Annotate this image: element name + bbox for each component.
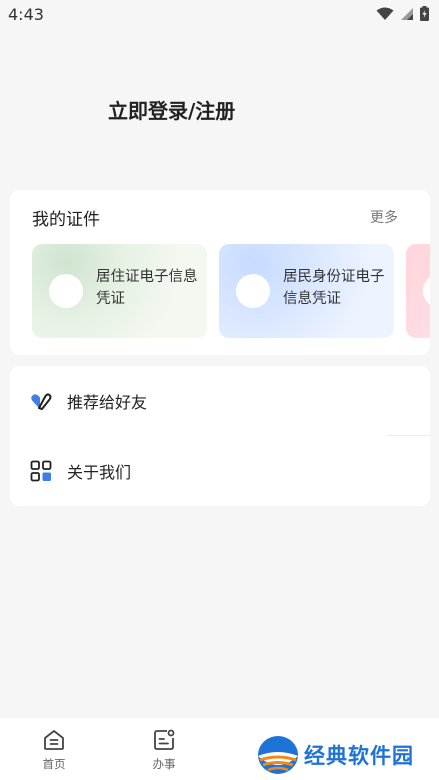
status-time: 4:43 [8,5,44,24]
wifi-icon [376,7,394,20]
about-us-label: 关于我们 [67,463,132,482]
certificates-more-link[interactable]: 更多 [370,207,398,227]
certificates-title: 我的证件 [32,210,100,230]
apps-grid-icon [30,460,52,482]
certificate-name: 居住证电子信息凭证 [96,269,198,307]
watermark-text: 经典软件园 [304,744,414,768]
menu-card: 推荐给好友 关于我们 [10,366,430,506]
battery-icon [420,6,429,21]
certificate-avatar [423,274,430,308]
nav-label-tasks: 办事 [152,757,176,771]
nav-label-home: 首页 [42,757,66,771]
status-icons [376,6,429,21]
my-certificates-card: 我的证件 更多 居住证电子信息凭证 居民身份证电子信息凭证 [10,190,430,355]
cellular-signal-icon [401,7,413,20]
tasks-icon [154,729,175,750]
heart-share-icon [31,393,52,410]
watermark-logo-icon [258,736,298,774]
status-bar: 4:43 [0,0,439,30]
recommend-to-friend-item[interactable]: 推荐给好友 [10,366,430,436]
certificate-name: 居民身份证电子信息凭证 [283,269,385,307]
certificate-card-residence-permit[interactable]: 居住证电子信息凭证 [32,244,207,338]
recommend-label: 推荐给好友 [67,393,148,412]
certificate-card-id-card[interactable]: 居民身份证电子信息凭证 [219,244,394,338]
home-icon [44,730,64,750]
nav-item-tasks[interactable]: 办事 [134,728,194,772]
login-register-button[interactable]: 立即登录/注册 [108,95,235,124]
certificate-card-partial[interactable] [406,244,430,338]
about-us-item[interactable]: 关于我们 [10,436,430,506]
certificate-avatar [236,274,270,308]
watermark: 经典软件园 [256,734,414,776]
nav-item-home[interactable]: 首页 [24,728,84,772]
certificate-avatar [49,274,83,308]
